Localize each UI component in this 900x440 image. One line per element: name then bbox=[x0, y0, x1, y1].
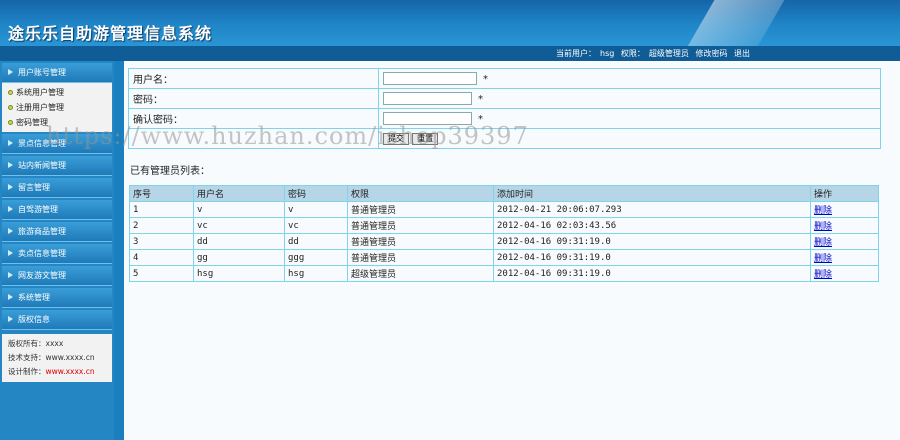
delete-link[interactable]: 删除 bbox=[814, 270, 832, 280]
current-user-label: 当前用户： bbox=[556, 49, 597, 58]
submenu-user-accounts: 系统用户管理 注册用户管理 密码管理 bbox=[2, 83, 112, 132]
main-content: 用户名： * 密码： * 确认密码： * 提交 重置 已有管理员列表： 序号 用… bbox=[124, 61, 900, 440]
password-input[interactable] bbox=[383, 92, 472, 105]
arrow-right-icon bbox=[8, 272, 13, 278]
copyright-line: 版权所有：xxxx bbox=[8, 339, 64, 348]
menu-products[interactable]: 旅游商品管理 bbox=[2, 222, 112, 242]
confirm-password-label: 确认密码： bbox=[128, 108, 379, 129]
table-header-row: 序号 用户名 密码 权限 添加时间 操作 bbox=[129, 185, 879, 202]
confirm-password-input[interactable] bbox=[383, 112, 472, 125]
support-line: 技术支持：www.xxxx.cn bbox=[8, 353, 95, 362]
table-row: 1 v v 普通管理员 2012-04-21 20:06:07.293 删除 bbox=[129, 201, 879, 218]
delete-link[interactable]: 删除 bbox=[814, 206, 832, 216]
header-decoration bbox=[679, 0, 791, 46]
arrow-right-icon bbox=[8, 140, 13, 146]
col-action: 操作 bbox=[810, 185, 879, 202]
sidebar: 用户账号管理 系统用户管理 注册用户管理 密码管理 景点信息管理 站内新闻管理 … bbox=[0, 61, 114, 440]
arrow-right-icon bbox=[8, 206, 13, 212]
col-role: 权限 bbox=[347, 185, 494, 202]
menu-user-accounts[interactable]: 用户账号管理 bbox=[2, 63, 112, 83]
required-mark: * bbox=[478, 93, 483, 105]
col-username: 用户名 bbox=[193, 185, 285, 202]
menu-news[interactable]: 站内新闻管理 bbox=[2, 156, 112, 176]
submenu-item-registered-users[interactable]: 注册用户管理 bbox=[2, 100, 112, 115]
delete-link[interactable]: 删除 bbox=[814, 254, 832, 264]
col-password: 密码 bbox=[284, 185, 348, 202]
arrow-right-icon bbox=[8, 294, 13, 300]
menu-attractions[interactable]: 景点信息管理 bbox=[2, 134, 112, 154]
current-role: 超级管理员 bbox=[648, 49, 689, 58]
submenu-item-password[interactable]: 密码管理 bbox=[2, 115, 112, 130]
col-id: 序号 bbox=[129, 185, 194, 202]
menu-self-drive[interactable]: 自驾游管理 bbox=[2, 200, 112, 220]
delete-link[interactable]: 删除 bbox=[814, 238, 832, 248]
menu-selling-points[interactable]: 卖点信息管理 bbox=[2, 244, 112, 264]
username-input[interactable] bbox=[383, 72, 477, 85]
arrow-right-icon bbox=[8, 162, 13, 168]
menu-travel-articles[interactable]: 网友游文管理 bbox=[2, 266, 112, 286]
reset-button[interactable]: 重置 bbox=[412, 132, 439, 145]
col-added-time: 添加时间 bbox=[493, 185, 811, 202]
table-row: 3 dd dd 普通管理员 2012-04-16 09:31:19.0 删除 bbox=[129, 233, 879, 250]
arrow-right-icon bbox=[8, 316, 13, 322]
user-bar: 当前用户： hsg 权限： 超级管理员 修改密码 退出 bbox=[0, 46, 900, 61]
bullet-icon bbox=[8, 105, 13, 110]
app-title: 途乐乐自助游管理信息系统 bbox=[8, 24, 213, 43]
menu-copyright[interactable]: 版权信息 bbox=[2, 310, 112, 330]
change-password-link[interactable]: 修改密码 bbox=[695, 49, 727, 58]
design-line: 设计制作：www.xxxx.cn bbox=[8, 367, 95, 376]
table-row: 2 vc vc 普通管理员 2012-04-16 02:03:43.56 删除 bbox=[129, 217, 879, 234]
submenu-item-system-users[interactable]: 系统用户管理 bbox=[2, 85, 112, 100]
admin-list-title: 已有管理员列表： bbox=[130, 166, 210, 177]
required-mark: * bbox=[483, 73, 488, 85]
menu-messages[interactable]: 留言管理 bbox=[2, 178, 112, 198]
current-user: hsg bbox=[600, 49, 615, 58]
arrow-right-icon bbox=[8, 69, 13, 75]
arrow-right-icon bbox=[8, 184, 13, 190]
bullet-icon bbox=[8, 120, 13, 125]
table-row: 4 gg ggg 普通管理员 2012-04-16 09:31:19.0 删除 bbox=[129, 249, 879, 266]
logout-link[interactable]: 退出 bbox=[734, 49, 750, 58]
submit-button[interactable]: 提交 bbox=[383, 132, 409, 145]
delete-link[interactable]: 删除 bbox=[814, 222, 832, 232]
arrow-right-icon bbox=[8, 250, 13, 256]
sidebar-footer: 版权所有：xxxx 技术支持：www.xxxx.cn 设计制作：www.xxxx… bbox=[2, 334, 112, 382]
table-row: 5 hsg hsg 超级管理员 2012-04-16 09:31:19.0 删除 bbox=[129, 265, 879, 282]
add-admin-form: 用户名： * 密码： * 确认密码： * 提交 重置 bbox=[128, 68, 881, 149]
required-mark: * bbox=[478, 113, 483, 125]
menu-system[interactable]: 系统管理 bbox=[2, 288, 112, 308]
arrow-right-icon bbox=[8, 228, 13, 234]
bullet-icon bbox=[8, 90, 13, 95]
app-header: 途乐乐自助游管理信息系统 bbox=[0, 0, 900, 46]
username-label: 用户名： bbox=[128, 68, 379, 89]
admin-table: 序号 用户名 密码 权限 添加时间 操作 1 v v 普通管理员 2012-04-21 … bbox=[129, 185, 879, 282]
password-label: 密码： bbox=[128, 88, 379, 109]
role-label: 权限： bbox=[620, 49, 645, 58]
